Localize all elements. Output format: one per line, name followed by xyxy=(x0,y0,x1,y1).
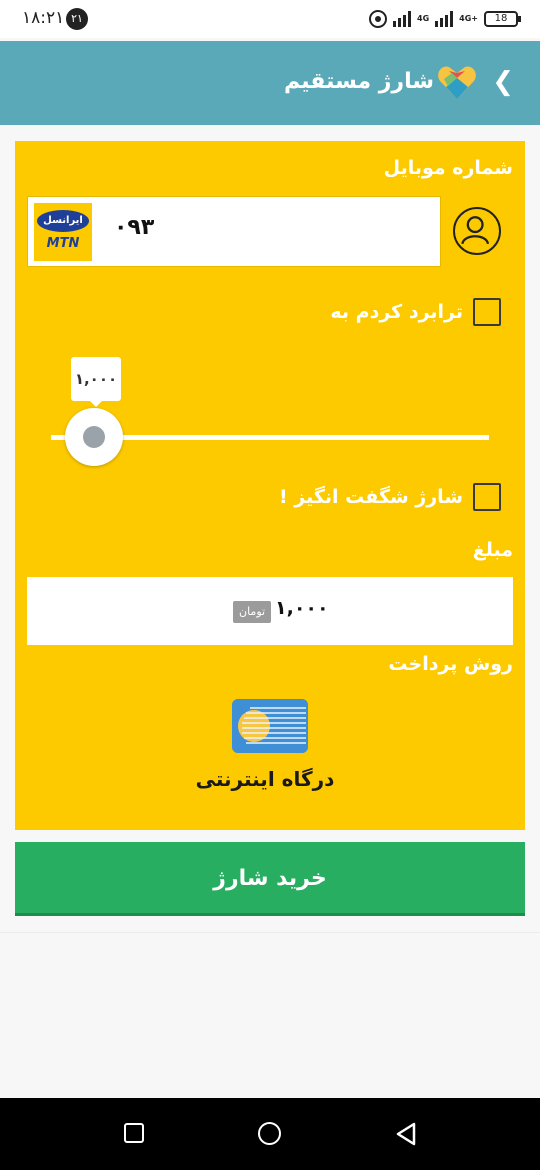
app-heart-logo-icon xyxy=(438,66,476,99)
operator-name-text: ایرانسل xyxy=(37,210,89,232)
app-bar: ❮ شارژ مستقیم xyxy=(0,41,540,125)
network-type-label: 4G xyxy=(417,14,430,23)
amount-field[interactable]: ۱,۰۰۰ تومان xyxy=(27,577,513,645)
slider-value-tooltip: ۱,۰۰۰ xyxy=(71,357,121,407)
operator-logo: ایرانسل MTN xyxy=(34,203,92,261)
currency-badge: تومان xyxy=(233,601,272,623)
status-bar: ۱۸:۲۱ ۲۱ 4G 4G+ 18 xyxy=(0,0,540,38)
battery-icon: 18 xyxy=(484,11,521,27)
operator-brand-text: MTN xyxy=(46,236,80,251)
transfer-checkbox[interactable] xyxy=(473,298,501,326)
square-recent-apps-icon[interactable] xyxy=(124,1123,144,1143)
transfer-option[interactable]: ترابرد کردم به xyxy=(330,298,501,326)
empty-content-area xyxy=(0,932,540,1098)
mobile-number-value: ۰۹۳ xyxy=(114,215,155,240)
wonder-charge-option[interactable]: شارژ شگفت انگیز ! xyxy=(279,483,501,511)
status-icons: 4G 4G+ 18 xyxy=(369,8,521,30)
payment-method-label: روش پرداخت xyxy=(388,653,513,675)
bank-card-icon xyxy=(232,699,308,753)
buy-charge-button[interactable]: خرید شارژ xyxy=(15,842,525,916)
charge-form-card: شماره موبایل ایرانسل MTN ۰۹۳ ترابرد کردم… xyxy=(15,141,525,830)
internet-gateway-option[interactable]: درگاه اینترنتی xyxy=(190,689,340,799)
wonder-charge-checkbox[interactable] xyxy=(473,483,501,511)
wonder-charge-label: شارژ شگفت انگیز ! xyxy=(279,486,463,508)
transfer-label: ترابرد کردم به xyxy=(330,301,463,323)
amount-slider[interactable]: ۱,۰۰۰ xyxy=(51,351,491,471)
system-nav-bar xyxy=(0,1098,540,1170)
amount-label: مبلغ xyxy=(472,539,513,561)
signal-icon xyxy=(393,11,412,27)
mobile-number-label: شماره موبایل xyxy=(383,157,513,179)
signal-icon xyxy=(435,11,454,27)
network-type-label: 4G+ xyxy=(459,14,478,23)
slider-thumb[interactable] xyxy=(65,408,123,466)
contact-person-icon[interactable] xyxy=(453,207,501,255)
mobile-number-input[interactable]: ایرانسل MTN ۰۹۳ xyxy=(27,196,441,267)
hotspot-icon xyxy=(369,10,388,28)
notification-badge: ۲۱ xyxy=(66,8,88,30)
gateway-label: درگاه اینترنتی xyxy=(195,767,335,791)
amount-value: ۱,۰۰۰ xyxy=(275,597,329,619)
page-title: شارژ مستقیم xyxy=(284,69,434,94)
status-time: ۱۸:۲۱ xyxy=(22,8,65,28)
circle-home-icon[interactable] xyxy=(258,1122,281,1145)
chevron-left-icon[interactable]: ❮ xyxy=(492,67,514,97)
triangle-back-icon[interactable] xyxy=(395,1122,417,1146)
